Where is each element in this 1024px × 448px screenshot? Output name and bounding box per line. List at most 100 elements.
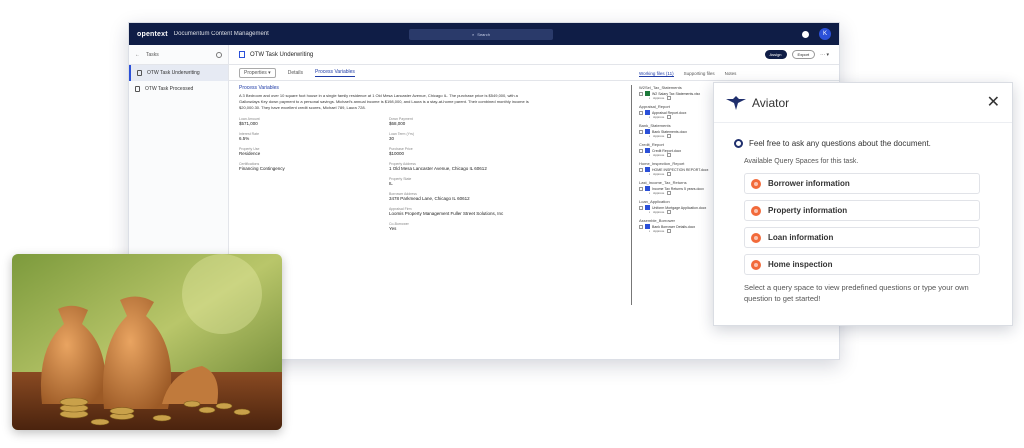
file-action-checkbox[interactable] — [667, 172, 672, 176]
document-icon — [239, 51, 245, 58]
document-icon — [135, 86, 140, 92]
file-name[interactable]: HOME INSPECTION REPORT.docx — [652, 168, 708, 172]
search-input[interactable]: ⌕ Search — [409, 29, 553, 40]
export-button[interactable]: Export — [791, 50, 816, 59]
field-value: IL — [389, 181, 393, 186]
file-checkbox[interactable] — [639, 110, 643, 115]
sidebar-header: ← Tasks — [129, 45, 228, 65]
file-name[interactable]: W2 Salary Tax Statements.xlsx — [652, 92, 700, 96]
file-name[interactable]: Uniform Mortgage Application.docx — [652, 206, 706, 210]
user-icon: ▪ — [649, 191, 651, 195]
file-checkbox[interactable] — [639, 91, 643, 96]
field: Down Payment $68,000 — [389, 117, 529, 126]
user-icon: ▪ — [649, 153, 651, 157]
file-action-checkbox[interactable] — [667, 134, 672, 138]
query-space-label: Property information — [768, 206, 848, 215]
sidebar-item-label: OTW Task Processed — [145, 86, 194, 92]
tab-notes[interactable]: Notes — [725, 71, 737, 76]
intro-text: Feel free to ask any questions about the… — [749, 139, 931, 148]
query-space-loan[interactable]: Loan information — [744, 227, 980, 248]
assign-button[interactable]: Assign — [764, 50, 787, 59]
avatar[interactable]: K — [819, 28, 831, 40]
brand-logo: opentext — [137, 30, 168, 38]
tab-process-variables[interactable]: Process Variables — [315, 69, 355, 77]
sidebar-item-underwriting[interactable]: OTW Task Underwriting — [129, 65, 228, 81]
file-meta-label: Approve — [653, 96, 665, 100]
tab-supporting-files[interactable]: Supporting files — [684, 71, 715, 76]
sidebar-back-label[interactable]: Tasks — [146, 52, 159, 58]
sidebar-item-label: OTW Task Underwriting — [147, 70, 200, 76]
document-title: OTW Task Underwriting — [250, 51, 314, 58]
query-space-borrower[interactable]: Borrower information — [744, 173, 980, 194]
file-meta-label: Approve — [653, 229, 665, 233]
search-icon: ⌕ — [472, 32, 475, 37]
file-meta-label: Approve — [653, 172, 665, 176]
file-checkbox[interactable] — [639, 129, 643, 134]
files-tabs: Working files (11) Supporting files Note… — [639, 67, 839, 81]
field-value: $571,000 — [239, 121, 258, 126]
process-variables-panel: Process Variables A 3 Bedroom and over 1… — [239, 85, 529, 231]
field-value: $68,000 — [389, 121, 406, 126]
file-name[interactable]: Bank Borrower Details.docx — [652, 225, 695, 229]
aviator-bubble-icon — [734, 139, 743, 148]
file-action-checkbox[interactable] — [667, 210, 672, 214]
field-value: 3478 Parkmead Lane, Chicago IL 60612 — [389, 196, 470, 201]
file-meta-label: Approve — [653, 153, 665, 157]
tab-properties[interactable]: Properties ▾ — [239, 67, 276, 78]
field: Appraisal Firm Loomis Property Management… — [389, 207, 529, 216]
file-checkbox[interactable] — [639, 224, 643, 229]
file-meta-label: Approve — [653, 115, 665, 119]
file-checkbox[interactable] — [639, 148, 643, 153]
user-icon: ▪ — [649, 115, 651, 119]
tab-working-files[interactable]: Working files (11) — [639, 71, 674, 77]
user-icon: ▪ — [649, 229, 651, 233]
field: Property Use Residence — [239, 147, 379, 156]
field: Certifications Financing Contingency — [239, 162, 379, 171]
query-space-home-inspection[interactable]: Home inspection — [744, 254, 980, 275]
query-space-icon — [751, 205, 761, 216]
field: Interest Rate 6.5% — [239, 132, 379, 141]
file-action-checkbox[interactable] — [667, 191, 672, 195]
field: Loan Amount $571,000 — [239, 117, 379, 126]
field: Property State IL — [389, 177, 529, 186]
field: Property Address 1 Old Mesa Lancaster Ave… — [389, 162, 529, 171]
file-checkbox[interactable] — [639, 167, 643, 172]
file-action-checkbox[interactable] — [667, 229, 672, 233]
file-checkbox[interactable] — [639, 205, 643, 210]
fields-grid: Loan Amount $571,000 Down Payment $68,000 In… — [239, 117, 529, 231]
search-icon[interactable] — [216, 51, 222, 58]
settings-icon[interactable] — [802, 30, 809, 38]
file-name[interactable]: Appraisal Report.docx — [652, 111, 686, 115]
file-action-checkbox[interactable] — [667, 115, 672, 119]
query-space-label: Home inspection — [768, 260, 833, 269]
description-text: A 3 Bedroom and over 10 square foot hous… — [239, 93, 529, 110]
back-arrow-icon[interactable]: ← — [135, 52, 140, 58]
file-name[interactable]: Bank Statements.docx — [652, 130, 687, 134]
query-space-icon — [751, 232, 761, 243]
sidebar-item-processed[interactable]: OTW Task Processed — [129, 81, 228, 97]
file-meta-label: Approve — [653, 134, 665, 138]
aviator-footer-text: Select a query space to view predefined … — [744, 283, 969, 303]
app-title: Documentum Content Management — [173, 31, 269, 37]
document-header: OTW Task Underwriting Assign Export ⋯ ▾ — [229, 45, 839, 65]
query-space-icon — [751, 259, 761, 270]
field — [239, 222, 379, 231]
search-placeholder: Search — [477, 32, 490, 37]
user-icon: ▪ — [649, 172, 651, 176]
tab-details[interactable]: Details — [288, 70, 303, 76]
aviator-intro: Feel free to ask any questions about the… — [734, 139, 990, 148]
file-action-checkbox[interactable] — [667, 96, 672, 100]
field-value: $10000 — [389, 151, 405, 156]
field — [239, 177, 379, 186]
query-space-icon — [751, 178, 761, 189]
close-icon[interactable]: ✕ — [987, 94, 1000, 111]
query-space-property[interactable]: Property information — [744, 200, 980, 221]
file-name[interactable]: Credit Report.docx — [652, 149, 681, 153]
field-value: 1 Old Mesa Lancaster Avenue, Chicago IL … — [389, 166, 487, 171]
pane-divider[interactable] — [631, 85, 632, 305]
money-bags-image — [12, 254, 282, 430]
file-checkbox[interactable] — [639, 186, 643, 191]
file-name[interactable]: Income Tax Returns 5 years.docx — [652, 187, 704, 191]
file-action-checkbox[interactable] — [667, 153, 672, 157]
more-options-icon[interactable]: ⋯ ▾ — [820, 52, 829, 58]
